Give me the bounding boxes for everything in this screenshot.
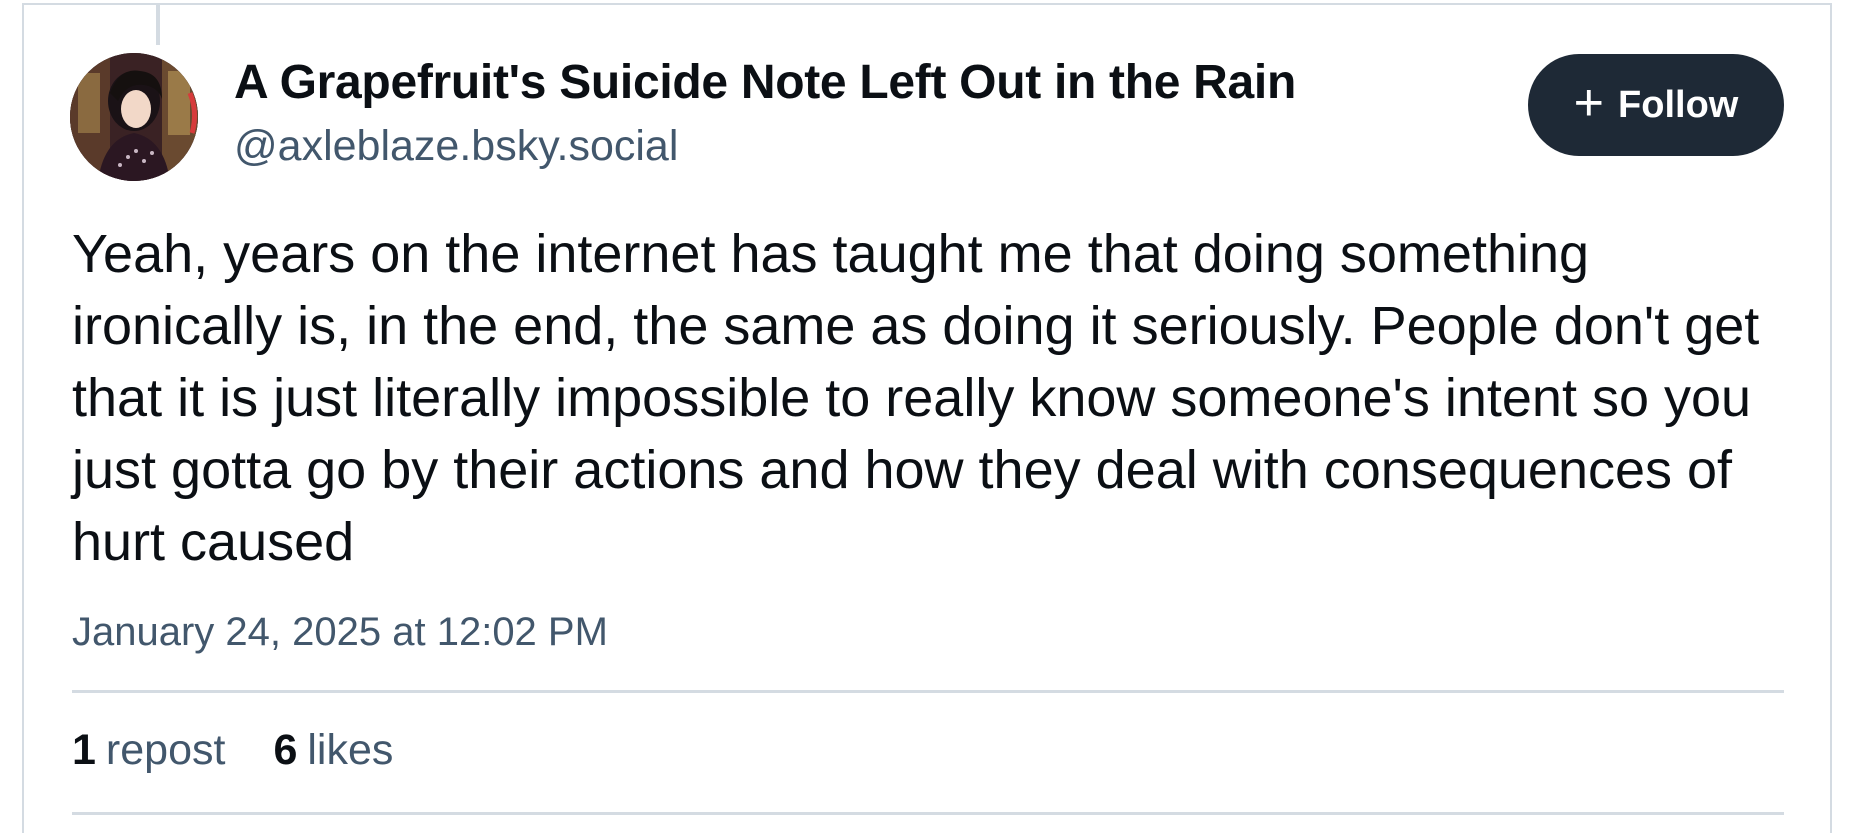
like-count-number: 6 <box>273 726 298 774</box>
divider <box>72 690 1784 693</box>
repost-count-label: repost <box>105 726 226 774</box>
author-display-name[interactable]: A Grapefruit's Suicide Note Left Out in … <box>234 55 1296 110</box>
repost-count-number: 1 <box>72 726 96 774</box>
like-count-label: likes <box>307 726 394 774</box>
repost-count[interactable]: 1 repost <box>72 726 225 775</box>
avatar-image <box>70 53 198 181</box>
follow-button-label: Follow <box>1618 83 1739 126</box>
divider <box>72 812 1784 815</box>
plus-icon: + <box>1573 74 1605 132</box>
thread-line <box>156 5 160 45</box>
follow-button[interactable]: + Follow <box>1528 54 1784 156</box>
like-count[interactable]: 6 likes <box>273 726 393 775</box>
post-text: Yeah, years on the internet has taught m… <box>72 224 1760 572</box>
post-timestamp[interactable]: January 24, 2025 at 12:02 PM <box>72 610 608 655</box>
author-handle[interactable]: @axleblaze.bsky.social <box>234 122 678 171</box>
post-stats: 1 repost 6 likes <box>72 726 393 775</box>
avatar[interactable] <box>70 53 198 181</box>
